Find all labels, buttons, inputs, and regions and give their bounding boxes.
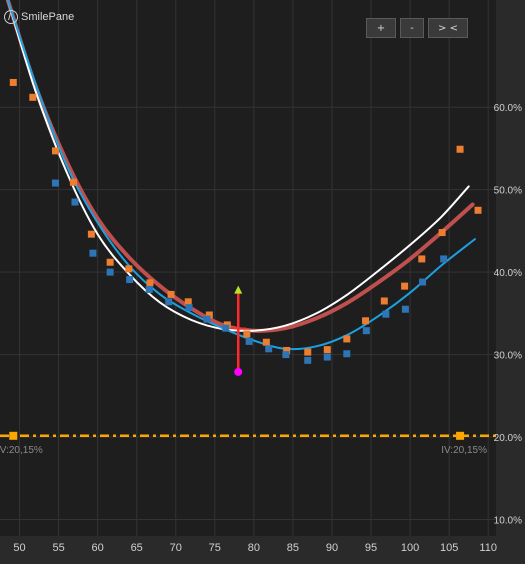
data-point	[146, 279, 154, 287]
data-point	[474, 206, 482, 214]
x-tick-label: 110	[479, 542, 497, 554]
x-tick-label: 100	[401, 542, 419, 554]
data-point	[456, 145, 464, 153]
data-point	[167, 290, 175, 298]
data-point	[380, 297, 388, 305]
data-point	[323, 346, 331, 354]
data-point	[29, 93, 37, 101]
x-tick-label: 60	[92, 542, 104, 554]
pane-title-label: SmilePane	[21, 11, 75, 23]
pane-title: SmilePane	[4, 8, 74, 26]
expand-button[interactable]: > <	[428, 18, 468, 38]
data-point	[51, 147, 59, 155]
data-point	[343, 350, 351, 358]
x-tick-label: 50	[13, 542, 25, 554]
data-point	[440, 255, 448, 263]
iv-reference-label-left: IV:20,15%	[0, 445, 43, 456]
plot-background	[0, 0, 525, 564]
data-point	[69, 178, 77, 186]
y-axis-background	[496, 0, 525, 564]
data-point	[419, 278, 427, 286]
y-tick-label: 30.0%	[494, 351, 522, 362]
x-tick-label: 90	[326, 542, 338, 554]
data-point	[343, 335, 351, 343]
iv-reference-end-marker	[456, 431, 465, 440]
x-tick-label: 80	[248, 542, 260, 554]
data-point	[304, 356, 312, 364]
data-point	[165, 298, 173, 306]
x-tick-label: 55	[52, 542, 64, 554]
data-point	[126, 276, 134, 284]
data-point	[304, 348, 312, 356]
iv-reference-label-right: IV:20,15%	[441, 445, 487, 456]
data-point	[222, 324, 230, 332]
data-point	[106, 268, 114, 276]
smile-chart: IV:20,15% IV:20,15% 50 55 60 65 70 75 80 85 90 95 1…	[0, 0, 525, 564]
data-point	[243, 330, 251, 338]
x-tick-label: 75	[209, 542, 221, 554]
y-tick-label: 60.0%	[494, 103, 522, 114]
data-point	[51, 179, 59, 187]
strike-marker-bottom-dot	[234, 367, 243, 376]
data-point	[438, 229, 446, 237]
data-point	[9, 78, 17, 86]
y-tick-label: 10.0%	[494, 516, 522, 527]
x-tick-label: 70	[170, 542, 182, 554]
data-point	[362, 327, 370, 335]
data-point	[203, 315, 211, 323]
data-point	[265, 345, 273, 353]
data-point	[401, 282, 409, 290]
data-point	[89, 249, 97, 257]
data-point	[382, 310, 390, 318]
app-logo-icon	[4, 10, 18, 24]
iv-reference-start-marker	[9, 431, 18, 440]
data-point	[262, 338, 270, 346]
y-tick-label: 40.0%	[494, 268, 522, 279]
data-point	[245, 337, 253, 345]
zoom-in-button[interactable]: +	[366, 18, 396, 38]
x-tick-label: 85	[287, 542, 299, 554]
data-point	[362, 317, 370, 325]
data-point	[145, 285, 153, 293]
data-point	[125, 265, 133, 273]
data-point	[71, 198, 79, 206]
data-point	[282, 351, 290, 359]
x-tick-label: 105	[440, 542, 458, 554]
data-point	[401, 305, 409, 313]
zoom-toolbar: + - > <	[366, 18, 468, 38]
zoom-out-button[interactable]: -	[400, 18, 424, 38]
data-point	[323, 353, 331, 361]
y-tick-label: 20.0%	[494, 433, 522, 444]
x-tick-label: 95	[365, 542, 377, 554]
x-tick-label: 65	[131, 542, 143, 554]
y-tick-label: 50.0%	[494, 186, 522, 197]
data-point	[87, 230, 95, 238]
data-point	[418, 255, 426, 263]
data-point	[106, 258, 114, 266]
data-point	[185, 304, 193, 312]
smile-pane: IV:20,15% IV:20,15% 50 55 60 65 70 75 80 85 90 95 1…	[0, 0, 525, 564]
